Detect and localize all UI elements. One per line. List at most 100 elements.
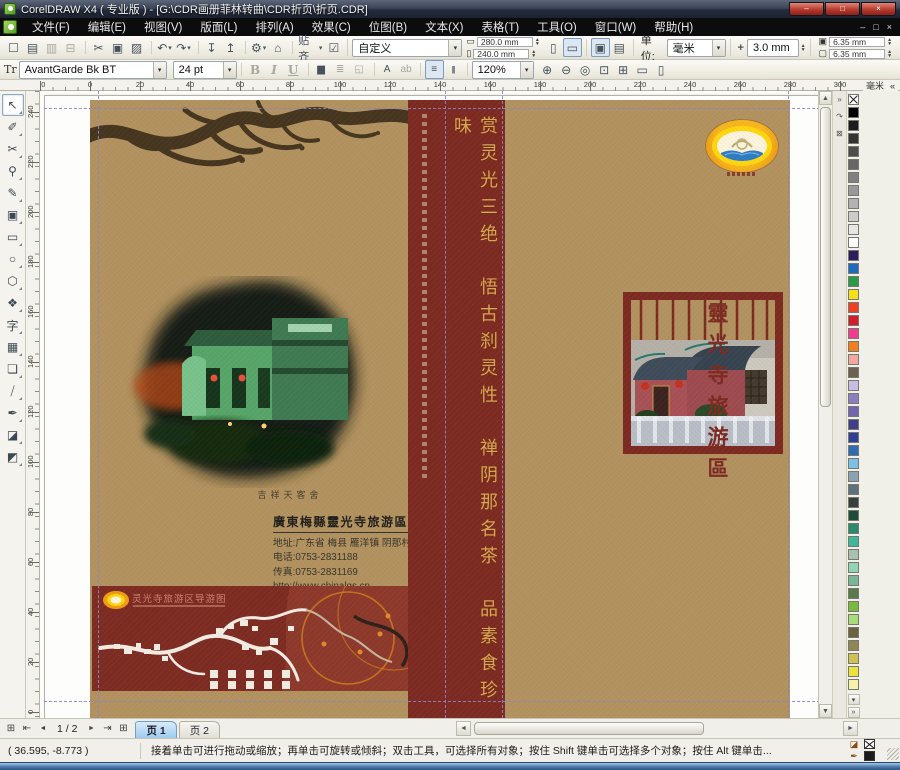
resize-grip[interactable] — [887, 748, 899, 760]
color-swatch[interactable] — [848, 471, 859, 482]
color-swatch[interactable] — [848, 601, 859, 612]
nudge-field[interactable]: 3.0 mm — [747, 39, 799, 57]
ellipse-tool[interactable]: ○ — [2, 248, 24, 270]
color-swatch[interactable] — [848, 627, 859, 638]
color-swatch[interactable] — [848, 419, 859, 430]
zoom-page-icon[interactable]: ⊞ — [614, 60, 633, 79]
page-size-preset-select[interactable]: 自定义 ▾ — [352, 39, 462, 57]
docker-expand-icon[interactable]: » — [837, 95, 841, 104]
menu-item[interactable]: 文本(X) — [416, 17, 472, 37]
color-swatch[interactable] — [848, 393, 859, 404]
color-swatch[interactable] — [848, 185, 859, 196]
current-page-size-button[interactable]: ▤ — [610, 38, 629, 57]
color-swatch[interactable] — [848, 549, 859, 560]
interactive-fill-tool[interactable]: ◩ — [2, 446, 24, 468]
new-document-icon[interactable]: ☐ ▾ — [4, 38, 23, 57]
vertical-scrollbar[interactable]: ▲ ▼ — [818, 91, 832, 718]
menu-item[interactable]: 编辑(E) — [79, 17, 135, 37]
zoom-out-icon[interactable]: ⊖ — [557, 60, 576, 79]
previous-page-icon[interactable]: ◄ — [35, 721, 51, 737]
zoom-height-icon[interactable]: ▯ — [652, 60, 671, 79]
add-page-icon[interactable]: ⊞ — [3, 721, 19, 737]
color-swatch[interactable] — [848, 432, 859, 443]
color-swatch[interactable] — [848, 562, 859, 573]
scroll-up-icon[interactable]: ▲ — [819, 91, 832, 105]
next-page-icon[interactable]: ► — [83, 721, 99, 737]
menu-item[interactable]: 表格(T) — [472, 17, 528, 37]
duplicate-x-field[interactable]: 6.35 mm — [829, 37, 885, 47]
shape-tool[interactable]: ✐ — [2, 116, 24, 138]
duplicate-y-field[interactable]: 6.35 mm — [829, 49, 885, 59]
horizontal-text-button[interactable]: ≡ — [425, 60, 444, 79]
palette-expand-icon[interactable]: » — [848, 707, 860, 718]
scroll-down-icon[interactable]: ▼ — [819, 704, 832, 718]
maximize-button[interactable]: □ — [825, 2, 860, 16]
color-swatch[interactable] — [848, 276, 859, 287]
no-color-swatch[interactable] — [848, 94, 859, 105]
color-swatch[interactable] — [848, 315, 859, 326]
color-swatch[interactable] — [848, 146, 859, 157]
all-pages-same-size-button[interactable]: ▣ — [591, 38, 610, 57]
color-swatch[interactable] — [848, 653, 859, 664]
freehand-tool[interactable]: ✎ — [2, 182, 24, 204]
landscape-button[interactable]: ▭ — [563, 38, 582, 57]
guideline-horizontal[interactable] — [44, 701, 850, 702]
text-tool[interactable]: 字 — [2, 314, 24, 336]
duplicate-x-stepper[interactable]: ▲▼ — [887, 38, 892, 46]
undo-icon[interactable]: ↶ ▾ — [155, 38, 174, 57]
outline-pen-tool[interactable]: ✒ — [2, 402, 24, 424]
polygon-tool[interactable]: ⬡ — [2, 270, 24, 292]
app-launcher-icon[interactable]: ⚙ ▾ — [249, 38, 268, 57]
color-swatch[interactable] — [848, 640, 859, 651]
color-swatch[interactable] — [848, 172, 859, 183]
copy-icon[interactable]: ▣ ▾ — [108, 38, 127, 57]
color-swatch[interactable] — [848, 510, 859, 521]
snap-to-button[interactable]: 贴齐 ▾ — [296, 38, 324, 57]
welcome-screen-icon[interactable]: ⌂ ▾ — [268, 38, 287, 57]
color-swatch[interactable] — [848, 380, 859, 391]
menu-item[interactable]: 文件(F) — [23, 17, 79, 37]
page-tab[interactable]: 页 2 — [179, 721, 220, 738]
color-swatch[interactable] — [848, 120, 859, 131]
menu-item[interactable]: 位图(B) — [360, 17, 416, 37]
color-swatch[interactable] — [848, 497, 859, 508]
vertical-ruler[interactable]: 240220200180160140120100806040200 — [26, 91, 40, 718]
color-swatch[interactable] — [848, 328, 859, 339]
first-page-icon[interactable]: ⇤ — [19, 721, 35, 737]
zoom-in-icon[interactable]: ⊕ — [538, 60, 557, 79]
color-swatch[interactable] — [848, 263, 859, 274]
color-swatch[interactable] — [848, 341, 859, 352]
print-icon[interactable]: ⊟ ▾ — [61, 38, 80, 57]
guideline-vertical[interactable] — [445, 91, 446, 718]
add-page-icon[interactable]: ⊞ — [115, 721, 131, 737]
color-swatch[interactable] — [848, 237, 859, 248]
scroll-left-icon[interactable]: ◄ — [456, 721, 471, 736]
zoom-width-icon[interactable]: ▭ — [633, 60, 652, 79]
crop-tool[interactable]: ✂ — [2, 138, 24, 160]
rectangle-tool[interactable]: ▭ — [2, 226, 24, 248]
guideline-vertical[interactable] — [788, 91, 789, 718]
duplicate-y-stepper[interactable]: ▲▼ — [887, 50, 892, 58]
units-select[interactable]: 毫米 ▾ — [667, 39, 726, 57]
color-swatch[interactable] — [848, 588, 859, 599]
eyedropper-tool[interactable]: ⧸ — [2, 380, 24, 402]
paper-height-stepper[interactable]: ▲▼ — [531, 50, 536, 58]
font-name-select[interactable]: AvantGarde Bk BT ▾ — [19, 61, 167, 79]
export-icon[interactable]: ↥ ▾ — [221, 38, 240, 57]
edit-text-icon[interactable]: ab — [397, 60, 416, 79]
paste-icon[interactable]: ▨ ▾ — [127, 38, 146, 57]
nudge-stepper[interactable]: ▲▼ — [801, 44, 806, 52]
basic-shapes-tool[interactable]: ❖ — [2, 292, 24, 314]
color-swatch[interactable] — [848, 367, 859, 378]
guideline-horizontal[interactable] — [44, 108, 850, 109]
paper-height-field[interactable]: 240.0 mm — [473, 49, 529, 59]
guideline-vertical[interactable] — [502, 91, 503, 718]
save-icon[interactable]: ▥ ▾ — [42, 38, 61, 57]
color-swatch[interactable] — [848, 159, 859, 170]
last-page-icon[interactable]: ⇥ — [99, 721, 115, 737]
underline-button[interactable]: U — [284, 60, 303, 79]
table-tool[interactable]: ▦ — [2, 336, 24, 358]
doc-restore-button[interactable]: □ — [873, 22, 878, 32]
cut-icon[interactable]: ✂ ▾ — [89, 38, 108, 57]
bold-button[interactable]: B — [246, 60, 265, 79]
